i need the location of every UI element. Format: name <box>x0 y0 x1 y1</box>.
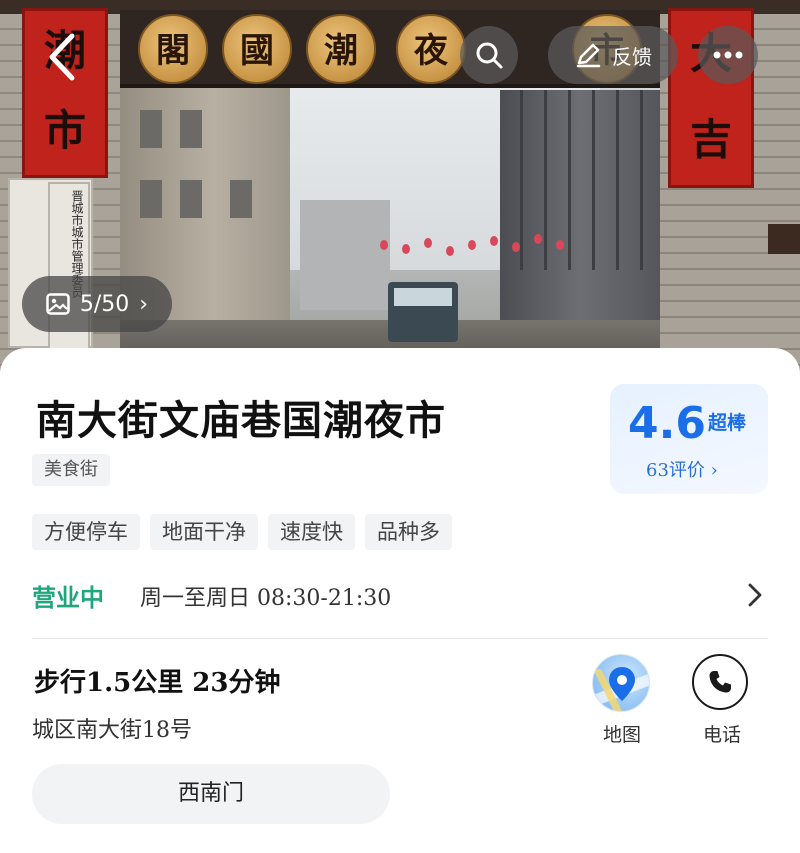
chevron-right-icon <box>748 583 762 607</box>
lantern <box>424 238 432 248</box>
category-tag: 美食街 <box>32 454 110 486</box>
lantern-string <box>380 230 580 270</box>
rating-card[interactable]: 4.6 超棒 63评价 › <box>610 384 768 494</box>
entrance-chip[interactable]: 西南门 <box>32 764 390 824</box>
building-window <box>180 110 202 148</box>
search-icon <box>476 42 503 69</box>
lantern <box>468 240 476 250</box>
feature-tag: 速度快 <box>268 514 355 550</box>
feature-tag: 方便停车 <box>32 514 140 550</box>
more-button[interactable] <box>698 26 758 84</box>
chevron-right-icon: › <box>139 291 149 317</box>
lantern <box>534 234 542 244</box>
poi-info-card: 南大街文庙巷国潮夜市 美食街 4.6 超棒 63评价 › 方便停车 地面干净 速… <box>0 348 800 853</box>
phone-icon <box>692 654 748 710</box>
hero-photo[interactable]: 閣 國 潮 夜 市 潮市 大吉 晋城市城 晋城市城市管理委员 反馈 <box>0 0 800 380</box>
lantern <box>380 240 388 250</box>
feedback-label: 反馈 <box>612 44 652 69</box>
feature-tags: 方便停车 地面干净 速度快 品种多 <box>32 514 452 550</box>
lantern <box>556 240 564 250</box>
review-count-link[interactable]: 63评价 › <box>646 456 718 482</box>
address-text[interactable]: 城区南大街18号 <box>32 712 192 744</box>
distant-building <box>300 200 390 310</box>
feature-tag: 品种多 <box>365 514 452 550</box>
phone-button[interactable]: 电话 <box>690 654 754 750</box>
photo-counter-button[interactable]: 5/50 › <box>22 276 172 332</box>
rating-score: 4.6 <box>628 398 706 449</box>
gate-plaque: 夜 <box>396 14 466 84</box>
shop-sign <box>768 224 800 254</box>
open-status: 营业中 <box>32 583 104 612</box>
lantern <box>490 236 498 246</box>
poi-title: 南大街文庙巷国潮夜市 <box>36 397 446 444</box>
gate-plaque: 閣 <box>138 14 208 84</box>
map-label: 地图 <box>602 724 641 746</box>
building-window <box>230 180 252 218</box>
back-button[interactable] <box>38 30 86 84</box>
facade-stripe <box>616 90 619 270</box>
walking-distance: 步行1.5公里 23分钟 <box>34 668 281 698</box>
lantern <box>402 244 410 254</box>
facade-stripe <box>640 90 643 270</box>
divider <box>32 638 768 639</box>
lantern <box>446 246 454 256</box>
building-window <box>180 180 202 218</box>
building-window <box>140 180 162 218</box>
gate-plaque: 國 <box>222 14 292 84</box>
street-vehicle <box>388 282 458 342</box>
business-hours-row[interactable]: 营业中 周一至周日 08:30-21:30 <box>0 568 800 634</box>
facade-stripe <box>592 90 595 270</box>
chevron-left-icon <box>49 33 75 81</box>
feature-tag: 地面干净 <box>150 514 258 550</box>
edit-icon <box>576 43 601 68</box>
photo-counter-text: 5/50 <box>79 291 130 317</box>
image-icon <box>46 293 70 315</box>
gate-plaque: 潮 <box>306 14 376 84</box>
feedback-button[interactable]: 反馈 <box>548 26 678 84</box>
hours-text: 周一至周日 08:30-21:30 <box>140 586 392 611</box>
building-window <box>140 110 162 148</box>
phone-label: 电话 <box>702 724 741 746</box>
lantern <box>512 242 520 252</box>
map-button[interactable]: 地图 <box>590 654 654 750</box>
search-button[interactable] <box>460 26 518 84</box>
map-icon <box>592 654 650 712</box>
more-icon <box>713 51 743 59</box>
rating-label: 超棒 <box>708 412 747 434</box>
